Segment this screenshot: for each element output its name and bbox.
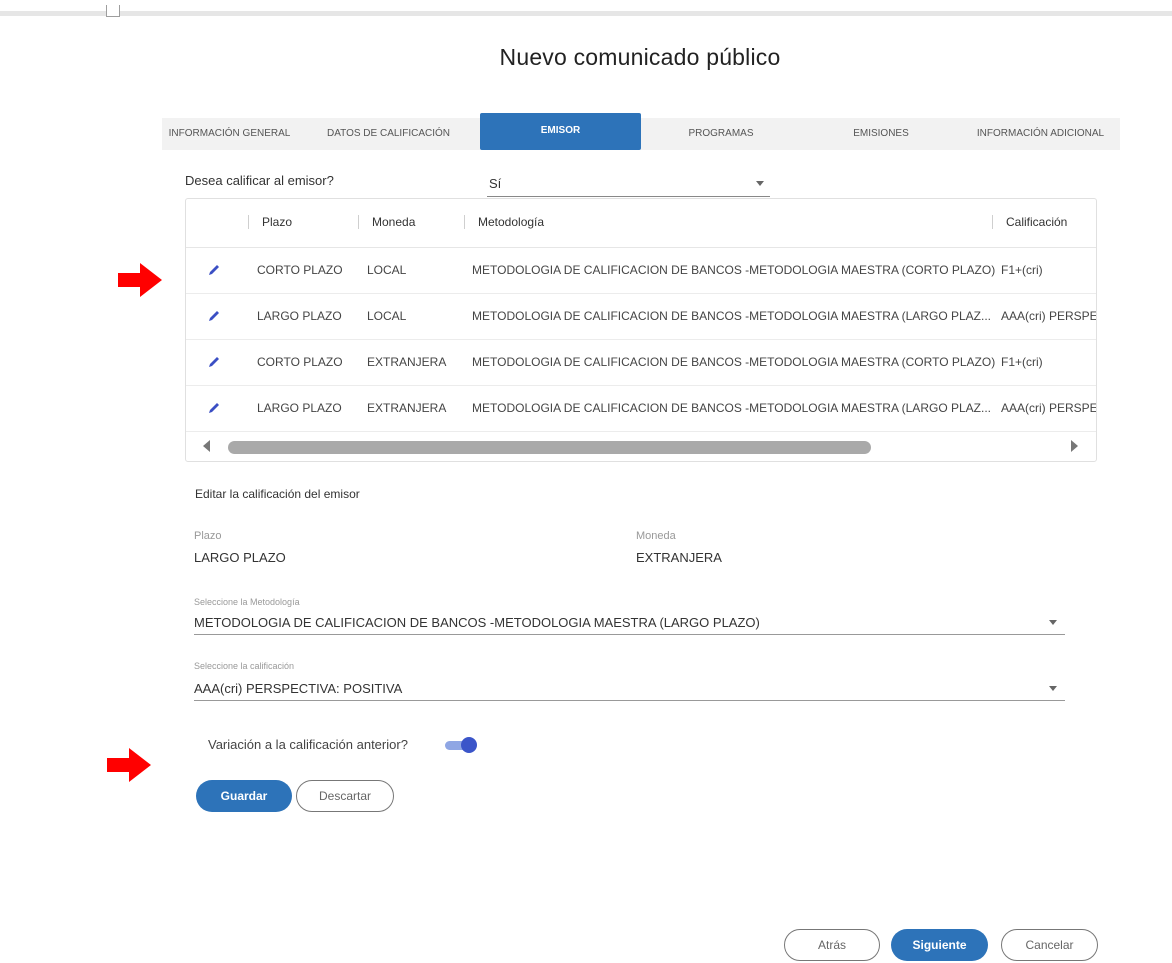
calificacion-label: Seleccione la calificación [194, 661, 295, 671]
table-row: LARGO PLAZO EXTRANJERA METODOLOGIA DE CA… [186, 386, 1096, 432]
tab-programas[interactable]: PROGRAMAS [641, 118, 801, 150]
pencil-icon[interactable] [206, 308, 222, 324]
tab-emisiones[interactable]: EMISIONES [801, 118, 961, 150]
header-calificacion[interactable]: Calificación [1006, 215, 1067, 229]
chevron-down-icon [756, 181, 764, 186]
metodologia-value: METODOLOGIA DE CALIFICACION DE BANCOS -M… [194, 615, 760, 630]
red-arrow-icon [118, 263, 162, 297]
cell-calificacion: F1+(cri) [1001, 263, 1043, 277]
moneda-label: Moneda [636, 530, 676, 542]
header-metodologia[interactable]: Metodología [478, 215, 544, 229]
variacion-toggle[interactable] [445, 737, 477, 753]
cell-moneda: LOCAL [367, 309, 407, 323]
cell-metodologia: METODOLOGIA DE CALIFICACION DE BANCOS -M… [472, 263, 996, 277]
cell-moneda: EXTRANJERA [367, 355, 447, 369]
grid-header: Plazo Moneda Metodología Calificación [186, 199, 1096, 248]
chevron-down-icon [1049, 686, 1057, 691]
atras-button[interactable]: Atrás [784, 929, 880, 961]
header-separator [464, 215, 465, 229]
header-separator [358, 215, 359, 229]
cancelar-button[interactable]: Cancelar [1001, 929, 1098, 961]
scrollbar-thumb[interactable] [228, 441, 871, 454]
calificar-emisor-select[interactable]: Sí [487, 172, 770, 197]
guardar-button[interactable]: Guardar [196, 780, 292, 812]
header-plazo[interactable]: Plazo [262, 215, 292, 229]
edit-section-title: Editar la calificación del emisor [195, 487, 360, 501]
cell-plazo: LARGO PLAZO [257, 309, 342, 323]
tab-bar: INFORMACIÓN GENERAL DATOS DE CALIFICACIÓ… [162, 113, 1120, 150]
table-row: LARGO PLAZO LOCAL METODOLOGIA DE CALIFIC… [186, 294, 1096, 340]
cell-metodologia: METODOLOGIA DE CALIFICACION DE BANCOS -M… [472, 355, 996, 369]
tab-informacion-adicional[interactable]: INFORMACIÓN ADICIONAL [961, 118, 1120, 150]
pencil-icon[interactable] [206, 354, 222, 370]
tab-informacion-general[interactable]: INFORMACIÓN GENERAL [162, 118, 297, 150]
horizontal-scrollbar[interactable] [186, 431, 1096, 461]
metodologia-label: Seleccione la Metodología [194, 597, 300, 607]
table-row: CORTO PLAZO LOCAL METODOLOGIA DE CALIFIC… [186, 248, 1096, 294]
emisor-grid: Plazo Moneda Metodología Calificación CO… [185, 198, 1097, 462]
calificar-emisor-label: Desea calificar al emisor? [185, 173, 334, 188]
tab-datos-de-calificacion[interactable]: DATOS DE CALIFICACIÓN [297, 118, 480, 150]
toggle-knob [461, 737, 477, 753]
siguiente-button[interactable]: Siguiente [891, 929, 988, 961]
calificacion-select[interactable]: AAA(cri) PERSPECTIVA: POSITIVA [194, 678, 1065, 701]
table-row: CORTO PLAZO EXTRANJERA METODOLOGIA DE CA… [186, 340, 1096, 386]
moneda-value: EXTRANJERA [636, 550, 722, 565]
cell-plazo: CORTO PLAZO [257, 355, 343, 369]
chevron-down-icon [1049, 620, 1057, 625]
plazo-value: LARGO PLAZO [194, 550, 286, 565]
cell-moneda: EXTRANJERA [367, 401, 447, 415]
calificacion-value: AAA(cri) PERSPECTIVA: POSITIVA [194, 681, 403, 696]
scroll-right-icon[interactable] [1071, 440, 1078, 452]
cell-moneda: LOCAL [367, 263, 407, 277]
pencil-icon[interactable] [206, 400, 222, 416]
header-moneda[interactable]: Moneda [372, 215, 415, 229]
cell-metodologia: METODOLOGIA DE CALIFICACION DE BANCOS -M… [472, 401, 991, 415]
top-strip-bar [0, 11, 1172, 16]
cell-plazo: CORTO PLAZO [257, 263, 343, 277]
page-title: Nuevo comunicado público [499, 44, 781, 70]
red-arrow-icon [107, 748, 151, 782]
descartar-button[interactable]: Descartar [296, 780, 394, 812]
header-separator [992, 215, 993, 229]
cell-metodologia: METODOLOGIA DE CALIFICACION DE BANCOS -M… [472, 309, 991, 323]
calificar-emisor-value: Sí [489, 176, 502, 191]
top-strip [0, 0, 1172, 17]
variacion-toggle-label: Variación a la calificación anterior? [208, 737, 408, 752]
cell-plazo: LARGO PLAZO [257, 401, 342, 415]
tab-emisor[interactable]: EMISOR [480, 113, 641, 150]
header-separator [248, 215, 249, 229]
plazo-label: Plazo [194, 530, 222, 542]
pencil-icon[interactable] [206, 262, 222, 278]
top-strip-box [106, 5, 120, 17]
metodologia-select[interactable]: METODOLOGIA DE CALIFICACION DE BANCOS -M… [194, 612, 1065, 635]
cell-calificacion: AAA(cri) PERSPE [1001, 309, 1097, 323]
scroll-left-icon[interactable] [203, 440, 210, 452]
cell-calificacion: AAA(cri) PERSPE [1001, 401, 1097, 415]
cell-calificacion: F1+(cri) [1001, 355, 1043, 369]
